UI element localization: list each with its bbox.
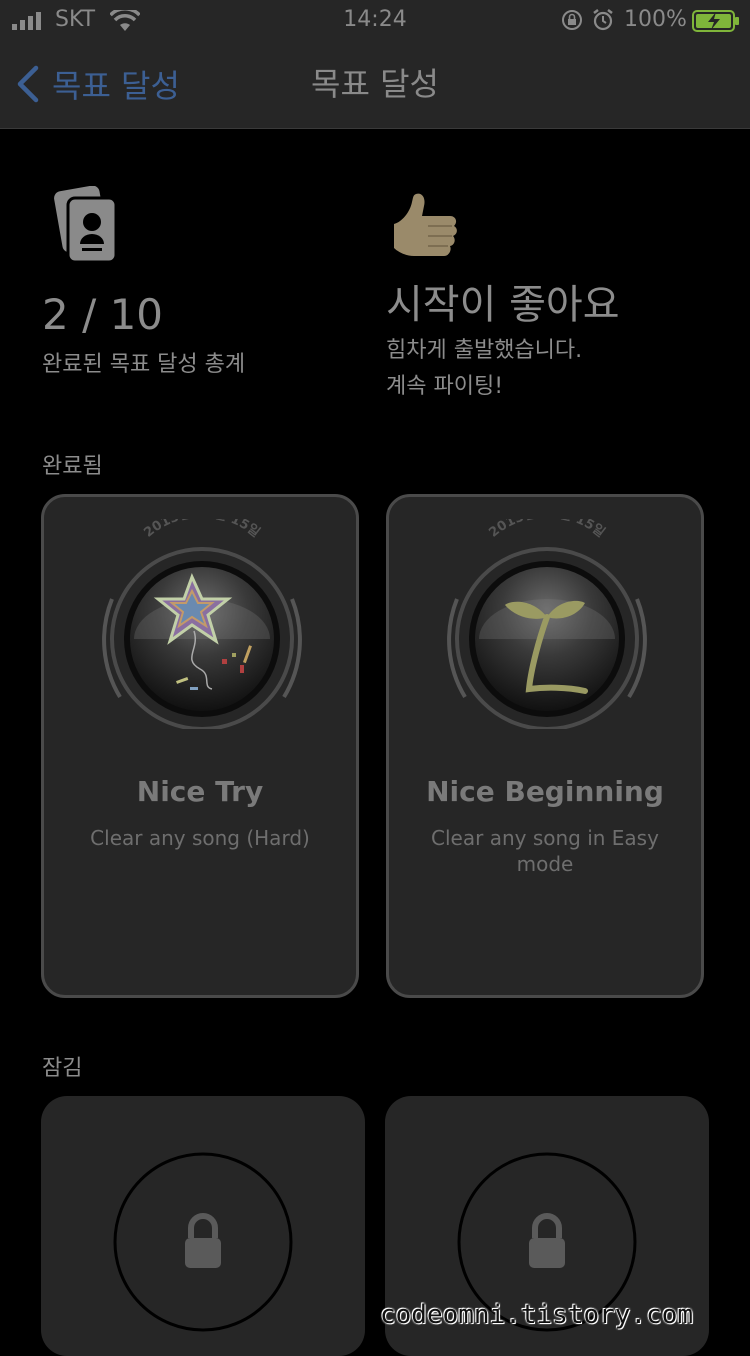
battery-charging-icon xyxy=(692,10,739,32)
achievement-description: Clear any song in Easy mode xyxy=(431,826,659,876)
completed-section-label: 완료됨 xyxy=(42,454,103,479)
achievement-title: Nice Beginning xyxy=(426,775,664,808)
watermark: codeomni.tistory.com xyxy=(380,1300,694,1330)
achievement-card-nice-try[interactable]: 2013년 12월 15일 Nice Try Clear any song (H… xyxy=(41,494,359,998)
sprout-icon: 2013년 12월 15일 xyxy=(447,519,647,729)
encouragement-message-2: 계속 파이팅! xyxy=(386,374,504,399)
achievement-cards-icon xyxy=(54,186,118,264)
status-bar: SKT 14:24 100% xyxy=(0,0,750,40)
svg-text:2013년 12월 15일: 2013년 12월 15일 xyxy=(486,519,607,541)
locked-achievement-card[interactable] xyxy=(41,1096,365,1356)
achievement-title: Nice Try xyxy=(136,775,264,808)
achievement-description: Clear any song (Hard) xyxy=(90,826,310,850)
achievement-date: 2013년 12월 15일 xyxy=(141,519,262,541)
svg-text:2013년 12월 15일: 2013년 12월 15일 xyxy=(141,519,262,541)
star-balloon-icon: 2013년 12월 15일 xyxy=(102,519,302,729)
completed-count: 2 / 10 xyxy=(42,290,164,339)
achievement-card-nice-beginning[interactable]: 2013년 12월 15일 Nice Beginning Clear any s… xyxy=(386,494,704,998)
battery-percentage: 100% xyxy=(624,7,687,32)
navigation-bar: 목표 달성 목표 달성 xyxy=(0,40,750,129)
locked-section-label: 잠김 xyxy=(42,1056,83,1081)
encouragement-title: 시작이 좋아요 xyxy=(386,282,620,328)
encouragement-message: 힘차게 출발했습니다. xyxy=(386,338,583,363)
lock-icon xyxy=(113,1152,293,1332)
thumbs-up-icon xyxy=(394,193,457,256)
completed-count-caption: 완료된 목표 달성 총계 xyxy=(42,352,246,377)
alarm-icon xyxy=(593,9,613,31)
page-title: 목표 달성 xyxy=(311,65,439,103)
rotation-lock-icon xyxy=(562,10,582,30)
achievement-date: 2013년 12월 15일 xyxy=(486,519,607,541)
